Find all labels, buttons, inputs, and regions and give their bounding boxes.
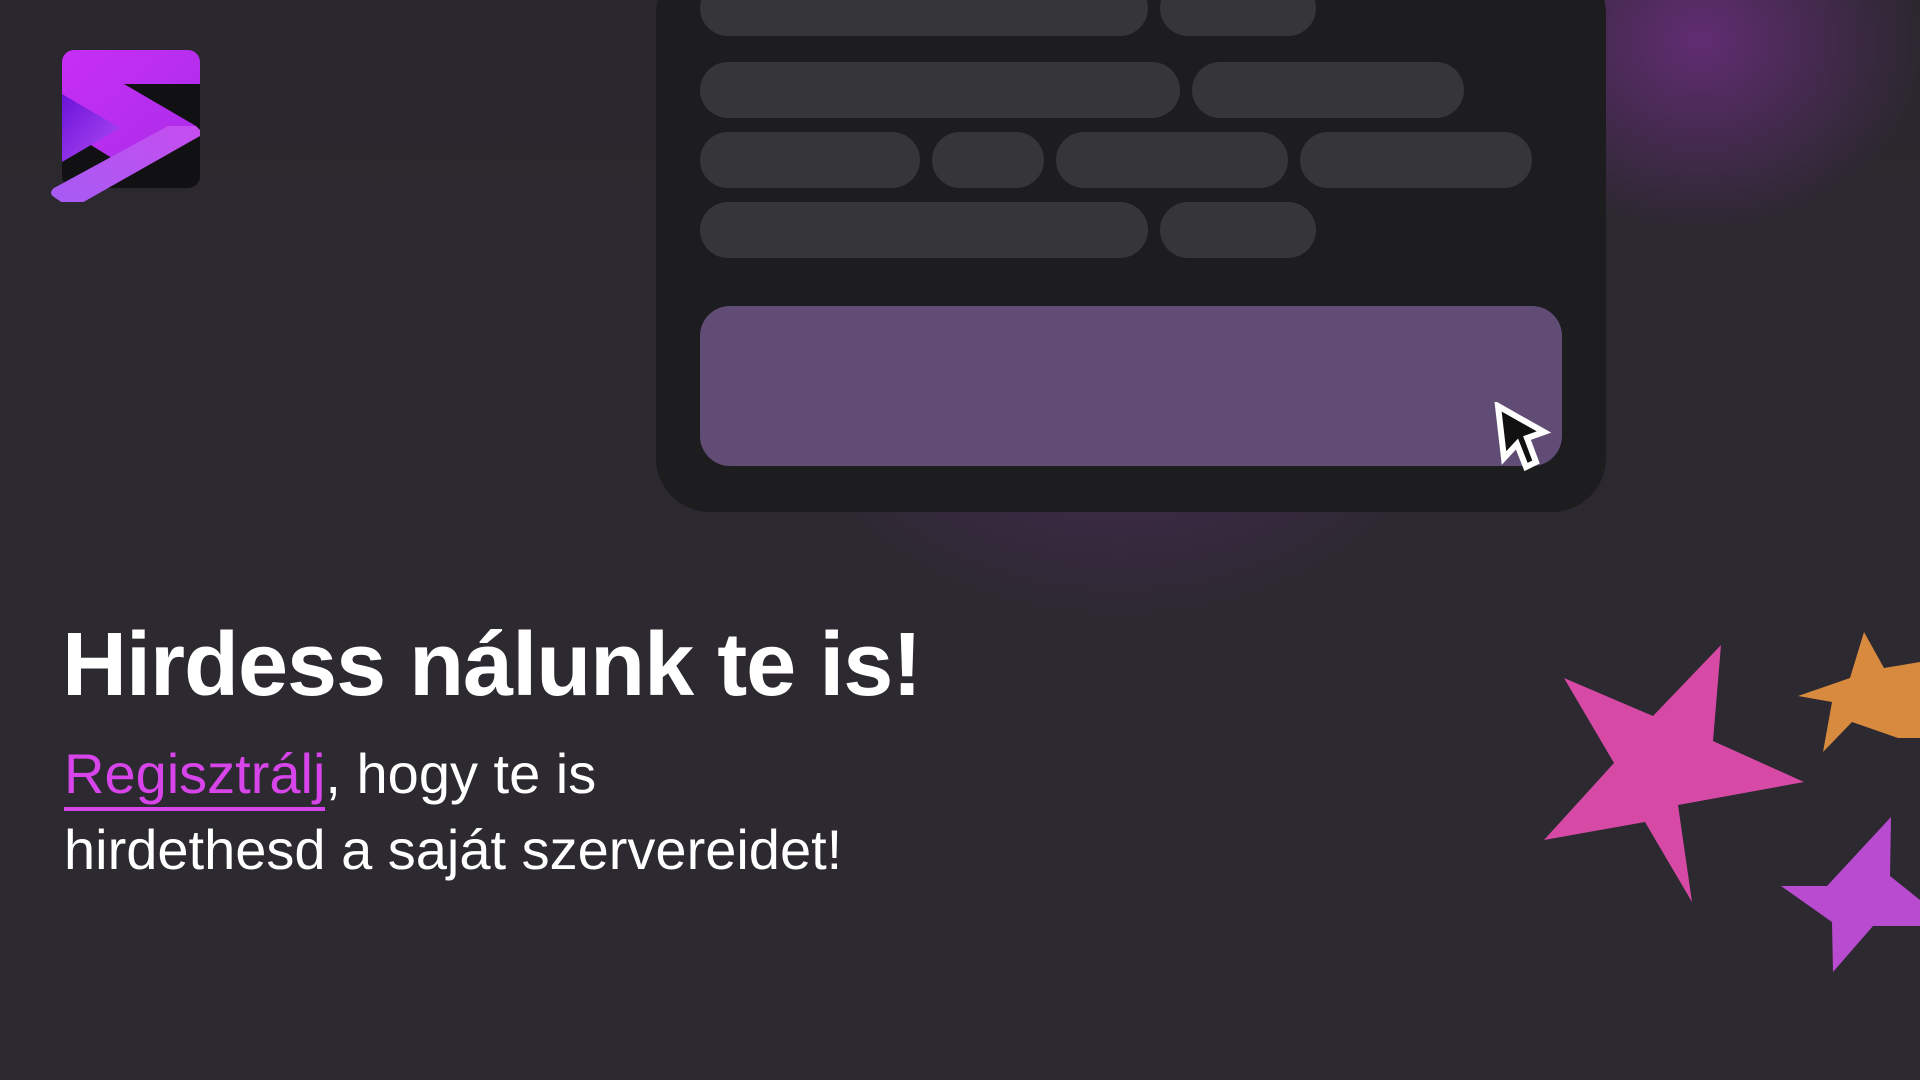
page-title: Hirdess nálunk te is! bbox=[62, 615, 922, 715]
orange-star-icon bbox=[1798, 632, 1920, 752]
mouse-pointer-icon bbox=[1494, 402, 1552, 472]
placeholder-bar bbox=[700, 132, 920, 188]
placeholder-bar bbox=[1192, 62, 1464, 118]
subtitle: Regisztrálj, hogy te is hirdethesd a sajá… bbox=[64, 736, 842, 888]
placeholder-bar bbox=[1300, 132, 1532, 188]
placeholder-bar bbox=[700, 62, 1180, 118]
placeholder-bar bbox=[1160, 202, 1316, 258]
preview-card bbox=[656, 0, 1606, 512]
placeholder-bar bbox=[932, 132, 1044, 188]
placeholder-bar bbox=[700, 0, 1148, 36]
play-s-logo-icon bbox=[51, 50, 200, 202]
purple-star-icon bbox=[1781, 817, 1920, 972]
placeholder-bar bbox=[700, 202, 1148, 258]
placeholder-bar bbox=[1056, 132, 1288, 188]
pink-star-icon bbox=[1544, 645, 1804, 902]
subtitle-line-2: hirdethesd a saját szervereidet! bbox=[64, 818, 843, 881]
placeholder-bar bbox=[1160, 0, 1316, 36]
cta-placeholder-button[interactable] bbox=[700, 306, 1562, 466]
register-link[interactable]: Regisztrálj bbox=[64, 742, 326, 811]
subtitle-rest: , hogy te is bbox=[325, 742, 597, 805]
decorative-stars bbox=[1544, 632, 1920, 972]
